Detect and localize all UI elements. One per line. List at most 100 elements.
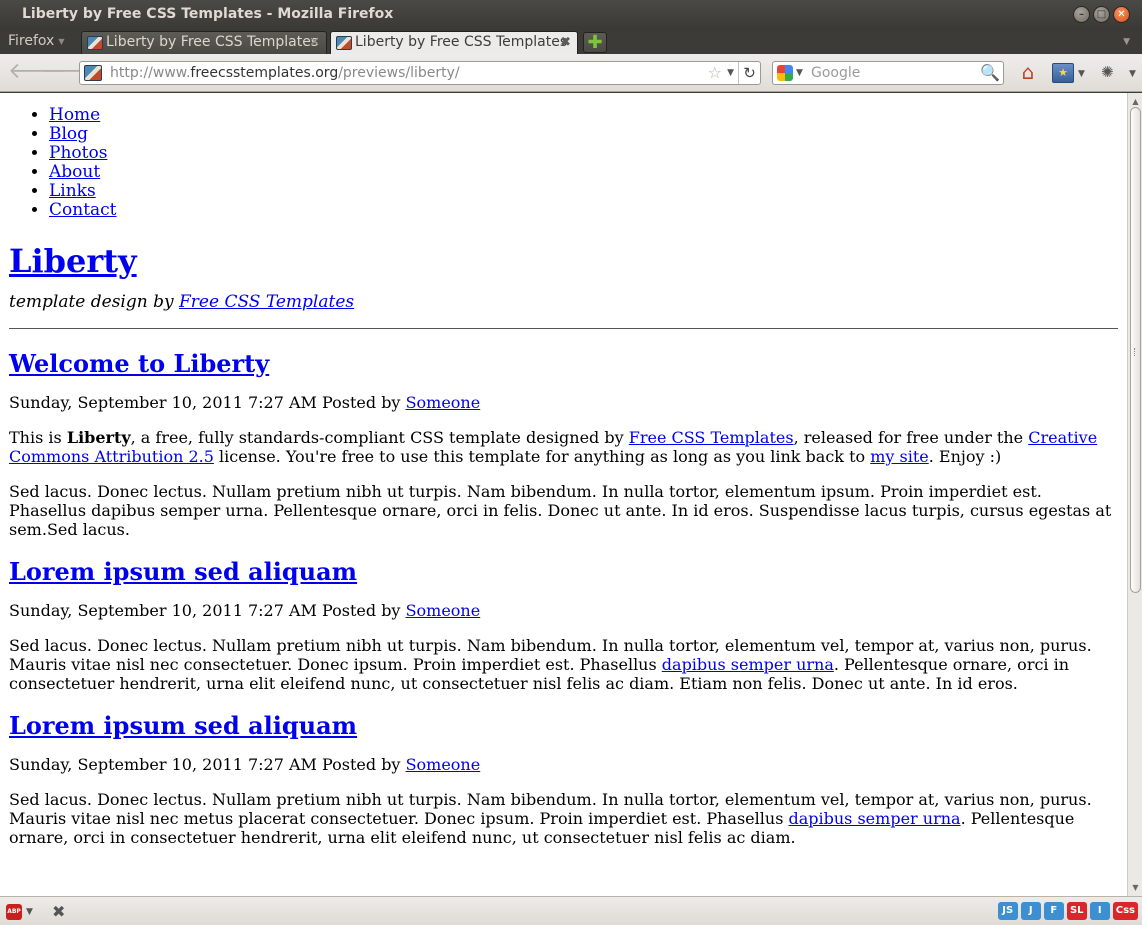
chevron-down-icon: ▼ [58, 36, 65, 46]
post-text: . Enjoy :) [928, 447, 1002, 466]
badge-j[interactable]: J [1020, 902, 1041, 920]
nav-item: Home [49, 106, 1118, 125]
post-author-link[interactable]: Someone [406, 755, 481, 774]
extension-bug-icon[interactable]: ✺ [1101, 63, 1114, 81]
post-title-link[interactable]: Welcome to Liberty [9, 349, 269, 378]
url-history-chevron-icon[interactable]: ▼ [727, 68, 734, 78]
adblock-chevron-icon[interactable]: ▼ [26, 907, 33, 917]
tab-list-chevron-icon[interactable]: ▼ [1123, 37, 1130, 47]
window-titlebar: Liberty by Free CSS Templates - Mozilla … [0, 0, 1142, 30]
search-icon[interactable]: 🔍 [980, 63, 1000, 82]
new-tab-button[interactable]: ✚ [583, 32, 607, 53]
scrollbar-thumb[interactable] [1130, 107, 1141, 593]
bookmarks-chevron-icon[interactable]: ▼ [1078, 69, 1085, 79]
free-css-templates-link[interactable]: Free CSS Templates [629, 428, 794, 447]
site-tagline: template design by Free CSS Templates [9, 292, 1118, 312]
close-icon[interactable]: ✖ [52, 902, 65, 921]
post-text: , a free, fully standards-compliant CSS … [130, 428, 629, 447]
site-title-link[interactable]: Liberty [9, 242, 137, 280]
post-body: Sed lacus. Donec lectus. Nullam pretium … [9, 790, 1118, 847]
post-text: , released for free under the [793, 428, 1029, 447]
scrollbar-grip [1134, 348, 1137, 356]
site-favicon-icon [87, 36, 103, 50]
status-bar: ABP ▼ ✖ JS J F SL I Css [0, 896, 1142, 925]
tab-label: Liberty by Free CSS Templates [355, 34, 568, 50]
header-divider [9, 328, 1118, 329]
post-intro: This is Liberty, a free, fully standards… [9, 428, 1118, 466]
tab-2-active[interactable]: Liberty by Free CSS Templates ✖ [330, 31, 578, 55]
post-meta-text: Sunday, September 10, 2011 7:27 AM Poste… [9, 601, 406, 620]
search-engine-chevron-icon[interactable]: ▼ [796, 68, 803, 78]
close-tab-icon[interactable]: ✖ [560, 35, 571, 50]
search-placeholder: Google [811, 65, 861, 81]
maximize-button[interactable]: □ [1093, 6, 1110, 23]
page-content: Home Blog Photos About Links Contact Lib… [0, 93, 1127, 896]
post-meta: Sunday, September 10, 2011 7:27 AM Poste… [9, 393, 1118, 412]
extension-badges: JS J F SL I Css [997, 902, 1138, 920]
nav-link-links[interactable]: Links [49, 181, 96, 201]
bookmark-star-icon[interactable]: ☆ [708, 63, 722, 82]
firefox-menu-button[interactable]: Firefox ▼ [0, 30, 73, 54]
post-title: Lorem ipsum sed aliquam [9, 712, 1118, 740]
tagline-link[interactable]: Free CSS Templates [179, 292, 354, 312]
tab-label: Liberty by Free CSS Templates [106, 34, 319, 50]
post-meta: Sunday, September 10, 2011 7:27 AM Poste… [9, 755, 1118, 774]
extension-chevron-icon[interactable]: ▼ [1129, 69, 1136, 79]
window-title: Liberty by Free CSS Templates - Mozilla … [22, 6, 394, 22]
post-title: Lorem ipsum sed aliquam [9, 558, 1118, 586]
nav-link-photos[interactable]: Photos [49, 143, 107, 163]
badge-css[interactable]: Css [1112, 902, 1138, 920]
url-domain: freecsstemplates.org [190, 65, 339, 81]
google-icon[interactable] [777, 65, 793, 81]
badge-js[interactable]: JS [997, 902, 1018, 920]
site-favicon-icon [336, 36, 352, 50]
post-text: license. You're free to use this templat… [213, 447, 871, 466]
minimize-button[interactable]: – [1073, 6, 1090, 23]
badge-i[interactable]: I [1089, 902, 1110, 920]
site-title: Liberty [9, 242, 1118, 280]
nav-item: Links [49, 182, 1118, 201]
post-bold-text: Liberty [66, 428, 131, 447]
firefox-menu-label: Firefox [8, 33, 55, 49]
nav-link-home[interactable]: Home [49, 105, 100, 125]
post-author-link[interactable]: Someone [406, 393, 481, 412]
tab-1[interactable]: Liberty by Free CSS Templates ✕ [81, 31, 327, 54]
url-path: /previews/liberty/ [338, 65, 460, 81]
navigation-toolbar: 🡐 🡒 http://www.freecsstemplates.org/prev… [0, 54, 1142, 92]
post-title-link[interactable]: Lorem ipsum sed aliquam [9, 711, 357, 740]
search-bar[interactable]: ▼ Google 🔍 [772, 61, 1004, 85]
url-prefix: http://www. [110, 65, 191, 81]
nav-link-contact[interactable]: Contact [49, 200, 117, 220]
site-identity-icon[interactable] [84, 65, 102, 81]
reload-icon[interactable]: ↻ [738, 62, 760, 84]
post-meta-text: Sunday, September 10, 2011 7:27 AM Poste… [9, 755, 406, 774]
badge-sl[interactable]: SL [1066, 902, 1087, 920]
vertical-scrollbar[interactable]: ▲ ▼ [1127, 93, 1142, 896]
home-icon[interactable]: ⌂ [1015, 61, 1041, 85]
post-title-link[interactable]: Lorem ipsum sed aliquam [9, 557, 357, 586]
dapibus-link[interactable]: dapibus semper urna [788, 809, 960, 828]
nav-item: Photos [49, 144, 1118, 163]
post-body: Sed lacus. Donec lectus. Nullam pretium … [9, 482, 1112, 539]
site-nav: Home Blog Photos About Links Contact [9, 106, 1118, 220]
scroll-down-icon[interactable]: ▼ [1129, 881, 1142, 894]
nav-link-about[interactable]: About [49, 162, 100, 182]
bookmarks-menu-icon[interactable]: ★ [1052, 63, 1074, 83]
tagline-text: template design by [9, 292, 179, 312]
post-text: This is [9, 428, 67, 447]
post-title: Welcome to Liberty [9, 350, 1118, 378]
my-site-link[interactable]: my site [870, 447, 929, 466]
post-author-link[interactable]: Someone [406, 601, 481, 620]
close-window-button[interactable]: ✕ [1113, 6, 1130, 23]
nav-item: About [49, 163, 1118, 182]
plus-icon: ✚ [587, 32, 603, 53]
nav-item: Contact [49, 201, 1118, 220]
adblock-plus-icon[interactable]: ABP [6, 904, 22, 920]
url-bar[interactable]: http://www.freecsstemplates.org/previews… [79, 61, 761, 85]
nav-link-blog[interactable]: Blog [49, 124, 88, 144]
badge-f[interactable]: F [1043, 902, 1064, 920]
url-text[interactable]: http://www.freecsstemplates.org/previews… [110, 65, 460, 81]
dapibus-link[interactable]: dapibus semper urna [662, 655, 834, 674]
post-meta-text: Sunday, September 10, 2011 7:27 AM Poste… [9, 393, 406, 412]
close-tab-icon[interactable]: ✕ [309, 35, 320, 50]
